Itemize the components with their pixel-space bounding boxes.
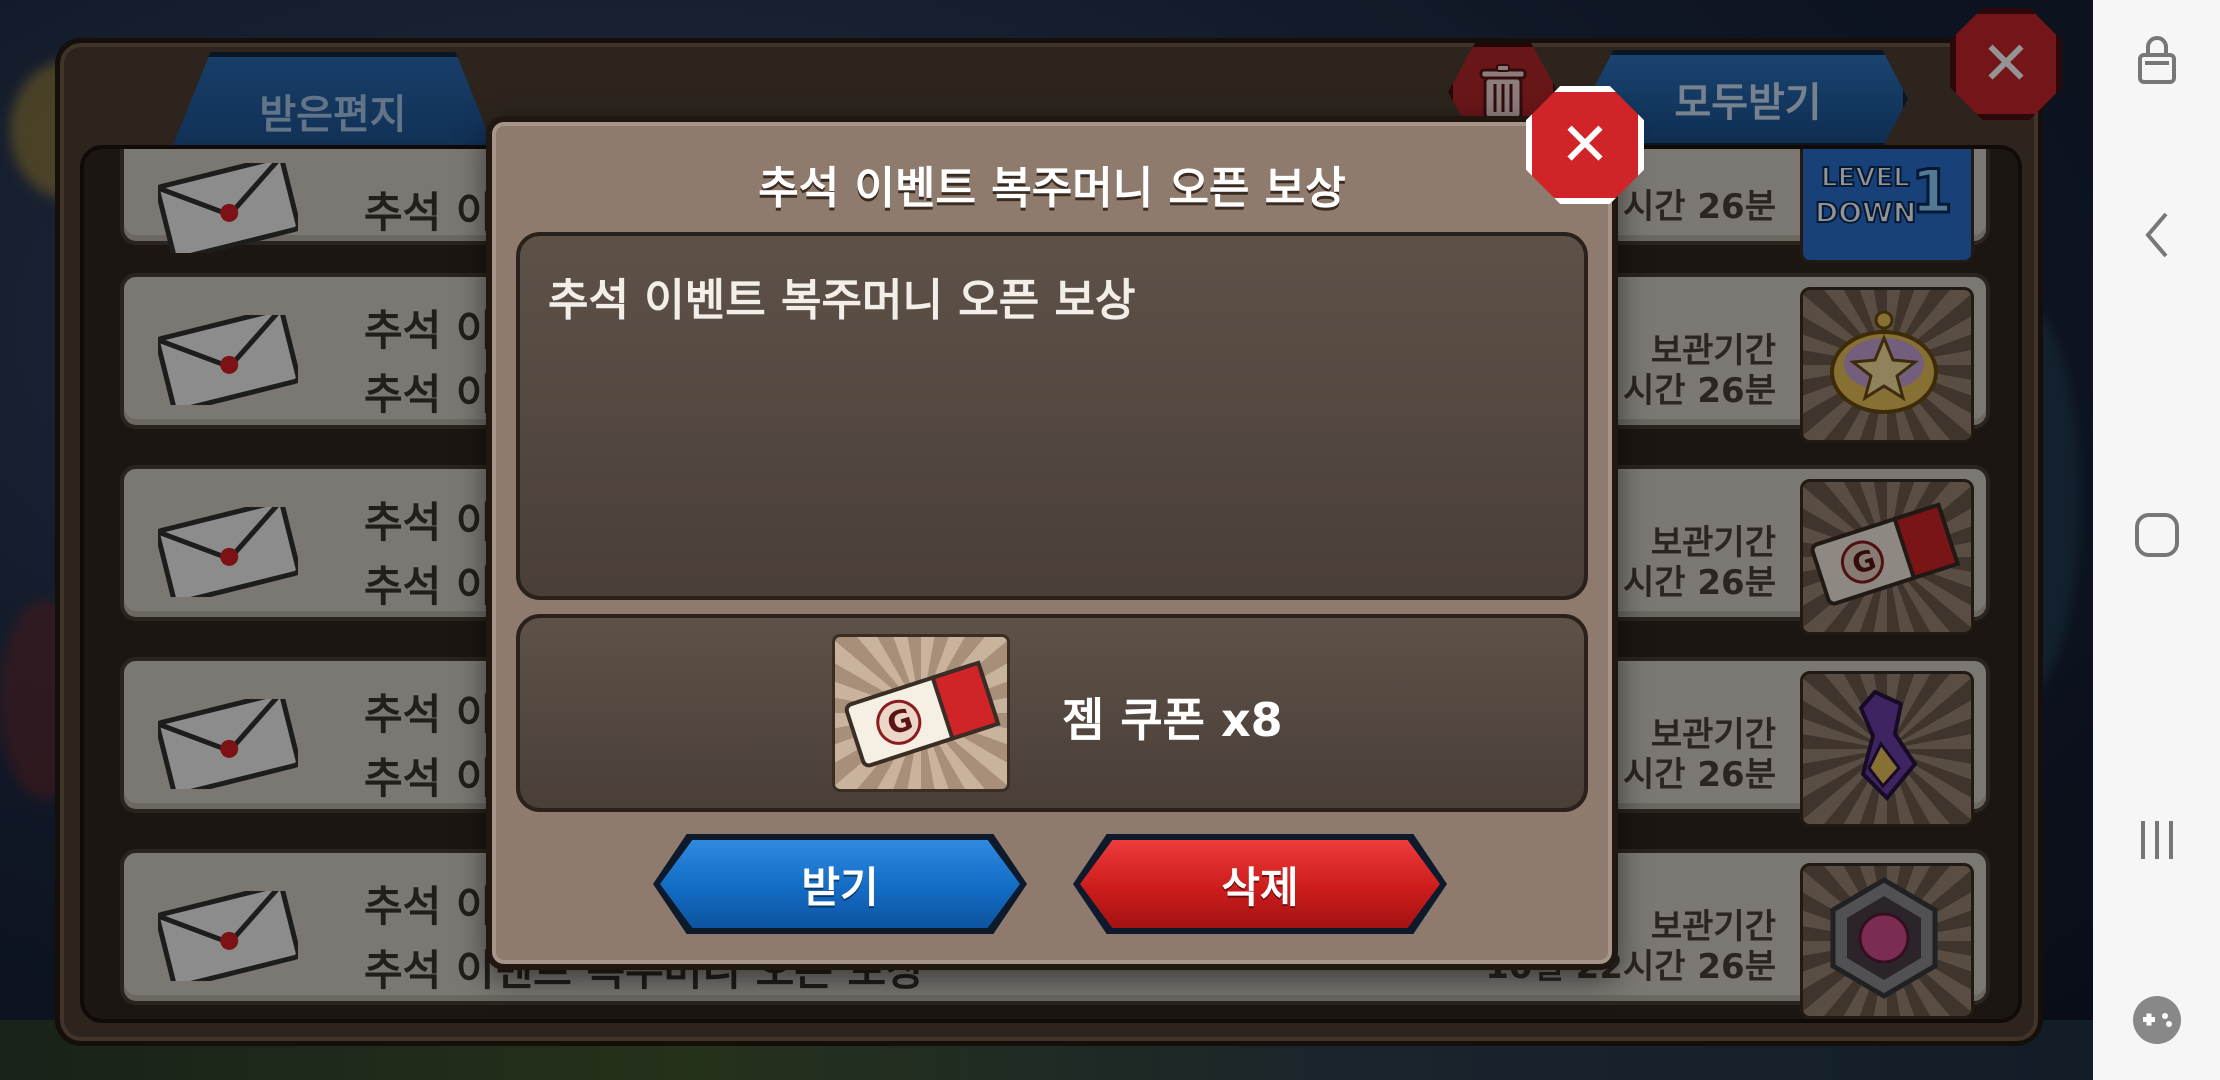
- delete-button[interactable]: 삭제: [1080, 840, 1440, 928]
- close-dialog-button[interactable]: ✕: [1526, 86, 1644, 204]
- receive-button[interactable]: 받기: [660, 840, 1020, 928]
- mail-detail-dialog: 추석 이벤트 복주머니 오픈 보상 추석 이벤트 복주머니 오픈 보상 G 젬 …: [486, 116, 1618, 970]
- close-icon: ✕: [1559, 110, 1611, 180]
- game-screen: 받은편지 모두받기 ✕ 추석 이벤 시간 26분 LEVEL DOWN 1 추석…: [0, 0, 2093, 1080]
- message-text: 추석 이벤트 복주머니 오픈 보상: [548, 275, 1136, 326]
- reward-label: 젬 쿠폰 x8: [1062, 693, 1283, 747]
- recents-icon[interactable]: [2093, 810, 2220, 870]
- dialog-title: 추석 이벤트 복주머니 오픈 보상: [758, 163, 1346, 214]
- home-icon[interactable]: [2093, 505, 2220, 565]
- system-nav-bar: [2093, 0, 2220, 1080]
- back-icon[interactable]: [2093, 205, 2220, 265]
- game-tools-icon[interactable]: [2093, 990, 2220, 1050]
- gem-coupon-icon: G: [832, 634, 1010, 792]
- message-box: 추석 이벤트 복주머니 오픈 보상: [516, 232, 1588, 600]
- lock-icon[interactable]: [2093, 30, 2220, 90]
- receive-button-label: 받기: [801, 862, 879, 912]
- reward-box: G 젬 쿠폰 x8: [516, 614, 1588, 812]
- delete-button-label: 삭제: [1221, 862, 1299, 912]
